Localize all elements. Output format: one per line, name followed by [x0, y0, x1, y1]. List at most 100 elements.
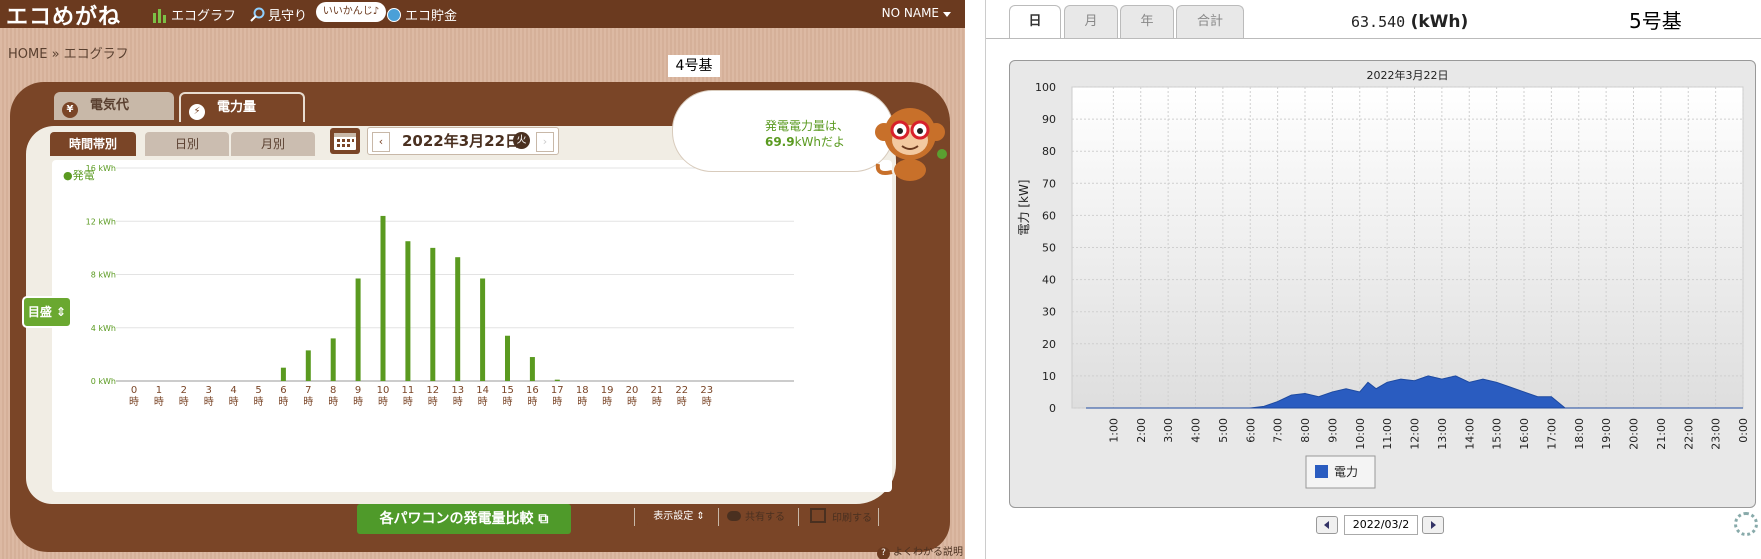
- chart-frame: 0 10 20 30 40 50 60 70 80 90 100 1:00 2:00 3:00 4:00 5:…: [1009, 60, 1756, 508]
- next-date-button[interactable]: ›: [536, 132, 554, 152]
- x-tick-label-hour: 20: [626, 385, 639, 396]
- prev-day-button[interactable]: [1316, 516, 1338, 534]
- y-tick-label: 12 kWh: [86, 217, 116, 226]
- bar: [405, 241, 411, 381]
- subtab-daily[interactable]: 日別: [145, 132, 229, 156]
- x-tick-label-hour: 4: [230, 385, 236, 396]
- bar: [529, 357, 535, 381]
- tab-electricity-amount[interactable]: ⚡ 電力量: [179, 92, 305, 122]
- user-menu[interactable]: NO NAME: [882, 6, 952, 20]
- y-tick-label: 0: [1049, 402, 1056, 415]
- x-tick-label-unit: 時: [154, 396, 164, 408]
- tab-electricity-amount-label: 電力量: [217, 100, 257, 115]
- tab-underline: [986, 38, 1761, 39]
- gear-icon[interactable]: [1734, 512, 1758, 536]
- chart-title: 2022年3月22日: [1367, 68, 1449, 82]
- help-link[interactable]: よくわかる説明: [877, 543, 963, 559]
- tab-total[interactable]: 合計: [1176, 5, 1244, 38]
- legend-swatch: [1315, 465, 1328, 478]
- x-tick-label-unit: 時: [702, 396, 712, 408]
- next-day-button[interactable]: [1422, 516, 1444, 534]
- series-label: ●発電: [63, 169, 95, 182]
- y-tick-label: 50: [1042, 242, 1056, 255]
- speech-bubble-icon: [727, 511, 741, 521]
- x-tick-label-hour: 0: [131, 385, 137, 396]
- y-tick-label: 8 kWh: [91, 271, 116, 280]
- x-tick-label-hour: 5: [255, 385, 261, 396]
- print-label: 印刷する: [832, 513, 872, 524]
- x-tick-label: 15:00: [1491, 418, 1504, 450]
- brand-logo[interactable]: エコめがね: [6, 0, 121, 31]
- x-tick-label-hour: 10: [377, 385, 390, 396]
- bar: [305, 350, 311, 381]
- weekday-badge: 火: [513, 132, 530, 149]
- y-tick-label: 4 kWh: [91, 324, 116, 333]
- tab-electricity-cost[interactable]: ¥ 電気代: [54, 92, 174, 120]
- y-tick-label: 20: [1042, 338, 1056, 351]
- x-tick-label-unit: 時: [129, 396, 139, 408]
- bar: [380, 215, 386, 381]
- nav-eco-savings-label: エコ貯金: [405, 9, 458, 24]
- total-energy: 63.540 (kWh): [1351, 12, 1468, 32]
- share-button[interactable]: 共有する: [727, 508, 785, 523]
- print-button[interactable]: 印刷する: [810, 508, 872, 524]
- nav-ecograph[interactable]: エコグラフ: [152, 5, 236, 24]
- x-tick-label-hour: 18: [576, 385, 589, 396]
- x-tick-label: 19:00: [1600, 418, 1613, 450]
- nav-mimamori-label: 見守り: [268, 9, 308, 24]
- divider: [878, 508, 879, 526]
- x-tick-label-hour: 7: [305, 385, 311, 396]
- x-tick-label-unit: 時: [403, 396, 413, 408]
- divider: [798, 508, 799, 526]
- x-tick-label-unit: 時: [303, 396, 313, 408]
- total-energy-unit: (kWh): [1410, 12, 1469, 32]
- x-tick-label: 21:00: [1655, 418, 1668, 450]
- x-tick-label-hour: 1: [156, 385, 162, 396]
- x-tick-label: 22:00: [1682, 418, 1695, 450]
- breadcrumb: HOME » エコグラフ: [8, 47, 129, 62]
- x-tick-label-hour: 13: [451, 385, 464, 396]
- x-tick-label-hour: 2: [181, 385, 187, 396]
- prev-date-button[interactable]: ‹: [372, 132, 390, 152]
- monitoring-app: 日 月 年 合計 63.540 (kWh) 5号基 0 10 20 30 40 50 60 7…: [985, 0, 1761, 559]
- display-settings-button[interactable]: 表示設定 ⇕: [647, 508, 711, 526]
- x-tick-label: 6:00: [1244, 418, 1257, 443]
- x-tick-label: 5:00: [1217, 418, 1230, 443]
- y-tick-label: 60: [1042, 209, 1056, 222]
- y-tick-label: 100: [1035, 81, 1056, 94]
- date-input[interactable]: 2022/03/2: [1344, 515, 1418, 535]
- subtab-hourly[interactable]: 時間帯別: [50, 132, 136, 156]
- subtab-monthly[interactable]: 月別: [231, 132, 315, 156]
- x-tick-label: 1:00: [1107, 418, 1120, 443]
- x-tick-label-unit: 時: [453, 396, 463, 408]
- x-tick-label: 7:00: [1272, 418, 1285, 443]
- x-tick-label-unit: 時: [378, 396, 388, 408]
- x-tick-label-hour: 19: [601, 385, 614, 396]
- tab-month[interactable]: 月: [1064, 5, 1118, 38]
- printer-icon: [810, 508, 826, 523]
- status-pill: いいかんじ♪: [316, 2, 386, 22]
- y-tick-label: 40: [1042, 274, 1056, 287]
- x-tick-label-hour: 9: [355, 385, 361, 396]
- x-tick-label-unit: 時: [478, 396, 488, 408]
- divider: [634, 508, 635, 526]
- tab-day[interactable]: 日: [1009, 5, 1061, 39]
- legend-label: 電力: [1334, 465, 1358, 479]
- bar: [280, 367, 286, 381]
- x-tick-label-unit: 時: [527, 396, 537, 408]
- speech-bubble: 発電電力量は、 69.9kWhだよ: [672, 90, 894, 172]
- x-tick-label: 11:00: [1381, 418, 1394, 450]
- x-tick-label-hour: 11: [402, 385, 415, 396]
- x-tick-label: 10:00: [1354, 418, 1367, 450]
- x-tick-label: 12:00: [1409, 418, 1422, 450]
- yen-icon: ¥: [62, 102, 78, 118]
- y-tick-label: 90: [1042, 113, 1056, 126]
- scale-toggle-button[interactable]: 目盛 ⇕: [22, 296, 72, 328]
- tab-year[interactable]: 年: [1120, 5, 1174, 38]
- nav-mimamori[interactable]: 見守り: [249, 5, 307, 24]
- calendar-icon[interactable]: [330, 128, 360, 154]
- x-tick-label: 14:00: [1463, 418, 1476, 450]
- compare-inverters-button[interactable]: 各パワコンの発電量比較 ⧉: [357, 504, 571, 534]
- nav-eco-savings[interactable]: エコ貯金: [386, 5, 457, 24]
- y-tick-label: 0 kWh: [91, 377, 116, 386]
